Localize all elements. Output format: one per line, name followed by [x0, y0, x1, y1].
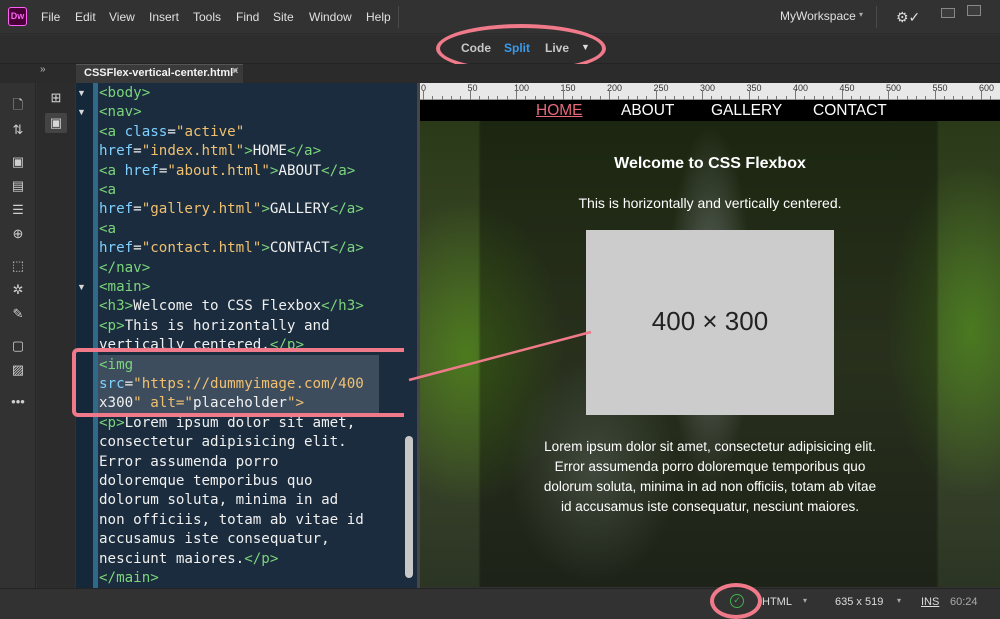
insert-mode-toggle[interactable]: INS [921, 596, 939, 608]
target-icon[interactable]: ⊕ [9, 226, 27, 242]
gear-icon[interactable]: ⚙✓ [896, 9, 920, 26]
fold-toggle-icon[interactable]: ▼ [77, 88, 86, 98]
wand-icon[interactable]: ✲ [9, 282, 27, 298]
minimize-icon[interactable] [941, 8, 955, 18]
ruler-tick [469, 90, 471, 100]
ruler-tick [609, 90, 610, 100]
ruler-tick [702, 90, 703, 100]
code-line[interactable]: Error assumenda porro [99, 453, 278, 472]
cursor-position: 60:24 [950, 596, 978, 608]
menu-help[interactable]: Help [366, 10, 391, 24]
code-gutter-marker [93, 83, 98, 588]
live-subtitle: This is horizontally and vertically cent… [578, 195, 842, 211]
chevron-down-icon[interactable]: ▾ [897, 596, 901, 605]
close-tab-icon[interactable]: ✕ [231, 66, 239, 77]
menu-edit[interactable]: Edit [75, 10, 96, 24]
code-line[interactable]: </main> [99, 569, 159, 588]
code-line[interactable]: nesciunt maiores.</p> [99, 550, 278, 569]
code-line[interactable]: <body> [99, 84, 150, 103]
menu-separator [398, 6, 399, 28]
code-line[interactable]: <a [99, 220, 116, 239]
ruler-tick [841, 90, 843, 100]
code-line[interactable]: non officiis, totam ab vitae id [99, 511, 364, 530]
menu-tools[interactable]: Tools [193, 10, 221, 24]
live-code-icon[interactable]: ▣ [45, 113, 67, 133]
chevron-down-icon[interactable]: ▾ [803, 596, 807, 605]
ruler-tick [795, 90, 796, 100]
code-line[interactable]: href="gallery.html">GALLERY</a> [99, 200, 364, 219]
status-highlight [710, 583, 762, 619]
comment-icon[interactable]: ▢ [9, 338, 27, 354]
indent-icon[interactable]: ☰ [9, 202, 27, 218]
fold-toggle-icon[interactable]: ▼ [77, 282, 86, 292]
code-line[interactable]: doloremque temporibus quo [99, 472, 313, 491]
ruler-tick [748, 90, 750, 100]
ruler-tick [655, 90, 657, 100]
code-line[interactable]: href="index.html">HOME</a> [99, 142, 321, 161]
menu-find[interactable]: Find [236, 10, 259, 24]
code-line[interactable]: <a href="about.html">ABOUT</a> [99, 162, 355, 181]
file-icon[interactable]: 🗋 [9, 97, 27, 113]
ruler-tick [888, 90, 889, 100]
workspace-separator [876, 6, 877, 28]
ruler-tick [516, 90, 517, 100]
menu-view[interactable]: View [109, 10, 135, 24]
ruler-tick [562, 90, 564, 100]
maximize-icon[interactable] [967, 5, 981, 16]
menu-site[interactable]: Site [273, 10, 294, 24]
document-type-select[interactable]: HTML [762, 596, 792, 608]
live-nav-home[interactable]: HOME [536, 102, 583, 120]
brush-icon[interactable]: ✎ [9, 306, 27, 322]
code-check-icon[interactable]: ▨ [9, 362, 27, 378]
live-nav-bar [420, 100, 1000, 121]
code-line[interactable]: <h3>Welcome to CSS Flexbox</h3> [99, 297, 364, 316]
live-lorem-paragraph: Lorem ipsum dolor sit amet, consectetur … [543, 439, 877, 514]
menu-file[interactable]: File [41, 10, 60, 24]
more-icon[interactable]: ••• [9, 394, 27, 410]
sort-icon[interactable]: ⇅ [9, 122, 27, 138]
code-scrollbar-thumb[interactable] [405, 436, 413, 578]
collapse-panel-icon[interactable]: » [40, 64, 46, 75]
code-line[interactable]: <a class="active" [99, 123, 244, 142]
placeholder-image-label: 400 × 300 [651, 306, 769, 336]
ruler-tick [981, 90, 982, 100]
live-heading: Welcome to CSS Flexbox [614, 155, 806, 172]
menu-insert[interactable]: Insert [149, 10, 179, 24]
code-line[interactable]: consectetur adipisicing elit. [99, 433, 347, 452]
code-line[interactable]: <p>This is horizontally and [99, 317, 330, 336]
live-nav-contact[interactable]: CONTACT [813, 102, 887, 120]
callout-connector-line [408, 330, 592, 382]
code-line[interactable]: </nav> [99, 259, 150, 278]
window-size-select[interactable]: 635 x 519 [835, 596, 883, 608]
code-line[interactable]: href="contact.html">CONTACT</a> [99, 239, 364, 258]
code-line[interactable]: dolorum soluta, minima in ad [99, 491, 338, 510]
workspace-switcher[interactable]: MyWorkspace [780, 9, 856, 23]
code-line[interactable]: <nav> [99, 103, 142, 122]
code-callout-highlight [72, 348, 409, 417]
inspect-icon[interactable]: ▤ [9, 178, 27, 194]
document-tab-label[interactable]: CSSFlex-vertical-center.html* [84, 67, 237, 79]
select-icon[interactable]: ⬚ [9, 258, 27, 274]
code-line[interactable]: <a [99, 181, 116, 200]
app-logo: Dw [8, 7, 27, 26]
code-line[interactable]: accusamus iste consequatur, [99, 530, 330, 549]
ruler-tick [423, 90, 424, 100]
fold-toggle-icon[interactable]: ▼ [77, 107, 86, 117]
code-nav-icon[interactable]: ▣ [9, 154, 27, 170]
code-line[interactable]: <main> [99, 278, 150, 297]
chevron-down-icon[interactable]: ▾ [859, 10, 863, 19]
ruler-tick [934, 90, 936, 100]
panel-column [37, 83, 75, 593]
dom-tree-icon[interactable]: ⊞ [45, 88, 67, 108]
live-nav-gallery[interactable]: GALLERY [711, 102, 782, 120]
menu-window[interactable]: Window [309, 10, 352, 24]
live-nav-about[interactable]: ABOUT [621, 102, 674, 120]
